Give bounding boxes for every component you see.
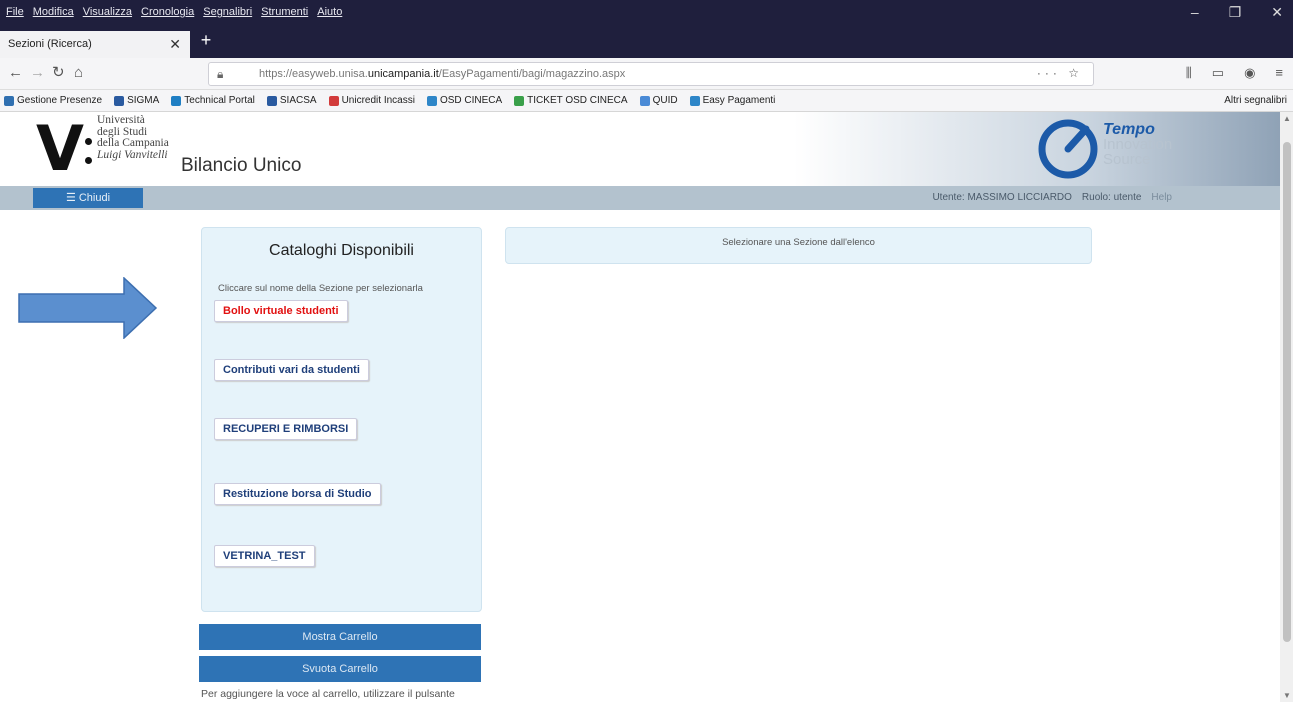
bookmark-item[interactable]: SIACSA xyxy=(266,95,317,106)
bookmark-icon xyxy=(328,95,339,106)
bookmark-item[interactable]: Unicredit Incassi xyxy=(328,95,415,106)
browser-tab[interactable]: Sezioni (Ricerca) ✕ xyxy=(0,31,190,58)
bookmark-icon xyxy=(514,95,525,106)
catalog-item-bollo-virtuale[interactable]: Bollo virtuale studenti xyxy=(214,300,348,322)
menu-edit[interactable]: Modifica xyxy=(33,6,74,18)
logo-dots xyxy=(85,138,93,176)
cart-note: Per aggiungere la voce al carrello, util… xyxy=(201,688,455,700)
bookmark-icon xyxy=(171,95,182,106)
page-actions-icon[interactable]: ··· ☆ xyxy=(1037,66,1083,80)
bookmark-item[interactable]: Gestione Presenze xyxy=(4,95,102,106)
account-icon[interactable]: ◉ xyxy=(1244,65,1255,81)
empty-cart-button[interactable]: Svuota Carrello xyxy=(199,656,481,682)
show-cart-button[interactable]: Mostra Carrello xyxy=(199,624,481,650)
bookmark-icon xyxy=(266,95,277,106)
reload-icon[interactable]: ↻ xyxy=(52,65,65,81)
scroll-down-icon[interactable]: ▼ xyxy=(1283,691,1291,700)
home-icon[interactable]: ⌂ xyxy=(74,65,83,81)
page-header: V Università degli Studi della Campania … xyxy=(0,112,1280,186)
maximize-icon[interactable]: ❐ xyxy=(1229,4,1242,21)
bookmark-item[interactable]: TICKET OSD CINECA xyxy=(514,95,628,106)
catalog-item-recuperi[interactable]: RECUPERI E RIMBORSI xyxy=(214,418,358,440)
menu-file[interactable]: File xyxy=(6,6,24,18)
other-bookmarks[interactable]: Altri segnalibri xyxy=(1224,95,1287,106)
bookmark-icon xyxy=(4,95,14,106)
catalog-item-restituzione[interactable]: Restituzione borsa di Studio xyxy=(214,483,381,505)
user-role: Ruolo: utente xyxy=(1081,192,1142,203)
scrollbar-thumb[interactable] xyxy=(1283,142,1291,642)
bookmark-icon xyxy=(426,95,437,106)
catalog-item-vetrina[interactable]: VETRINA_TEST xyxy=(214,545,315,567)
bookmark-item[interactable]: QUID xyxy=(639,95,678,106)
bookmark-icon xyxy=(114,95,125,106)
menu-history[interactable]: Cronologia xyxy=(141,6,194,18)
user-name: Utente: MASSIMO LICCIARDO xyxy=(932,192,1072,203)
page-scrollbar[interactable]: ▲ ▼ xyxy=(1280,112,1293,702)
window-controls: – ❐ ✕ xyxy=(1191,4,1283,21)
lock-icon: 🔒︎ xyxy=(217,67,224,81)
catalog-panel: Cataloghi Disponibili Cliccare sul nome … xyxy=(201,227,482,612)
new-tab-icon[interactable]: + xyxy=(196,31,216,51)
tab-close-icon[interactable]: ✕ xyxy=(169,36,181,53)
bookmark-item[interactable]: Technical Portal xyxy=(171,95,255,106)
bookmark-icon xyxy=(639,95,650,106)
bookmark-list: Gestione Presenze SIGMA Technical Portal… xyxy=(4,95,775,106)
navigation-bar: ← → ↻ ⌂ 🔒︎ https://easyweb.unisa.unicamp… xyxy=(0,58,1293,90)
vendor-logo-icon xyxy=(1038,119,1098,179)
forward-icon[interactable]: → xyxy=(30,65,45,81)
close-button[interactable]: ☰ Chiudi xyxy=(33,188,143,208)
url-bar[interactable]: 🔒︎ https://easyweb.unisa.unicampania.it/… xyxy=(208,62,1094,86)
hamburger-menu-icon[interactable]: ≡ xyxy=(1275,65,1283,81)
close-window-icon[interactable]: ✕ xyxy=(1271,4,1283,21)
help-link[interactable]: Help xyxy=(1151,192,1172,203)
sidebar-icon[interactable]: ▭ xyxy=(1212,65,1224,81)
tab-bar: Sezioni (Ricerca) ✕ + xyxy=(0,28,1293,58)
browser-menu-bar: File Modifica Visualizza Cronologia Segn… xyxy=(0,0,1293,28)
app-title: Bilancio Unico xyxy=(181,155,302,176)
bookmark-item[interactable]: OSD CINECA xyxy=(426,95,502,106)
catalog-title: Cataloghi Disponibili xyxy=(269,242,414,259)
menu-tools[interactable]: Strumenti xyxy=(261,6,308,18)
page-content: V Università degli Studi della Campania … xyxy=(0,112,1280,702)
toolbar-icons: ⫼ ▭ ◉ ≡ xyxy=(1186,65,1283,81)
menu-list: File Modifica Visualizza Cronologia Segn… xyxy=(6,6,342,18)
catalog-hint: Cliccare sul nome della Sezione per sele… xyxy=(218,283,423,294)
tab-title: Sezioni (Ricerca) xyxy=(8,38,92,50)
university-name: Università degli Studi della Campania Lu… xyxy=(97,114,169,161)
back-icon[interactable]: ← xyxy=(8,65,23,81)
bookmark-item[interactable]: SIGMA xyxy=(114,95,159,106)
url-text: https://easyweb.unisa.unicampania.it/Eas… xyxy=(259,68,626,80)
menu-bookmarks[interactable]: Segnalibri xyxy=(203,6,252,18)
section-message: Selezionare una Sezione dall'elenco xyxy=(505,227,1092,264)
bookmarks-toolbar: Gestione Presenze SIGMA Technical Portal… xyxy=(0,90,1293,112)
library-icon[interactable]: ⫼ xyxy=(1186,65,1192,81)
university-logo: V xyxy=(36,112,84,185)
menu-view[interactable]: Visualizza xyxy=(83,6,132,18)
menu-help[interactable]: Aiuto xyxy=(317,6,342,18)
user-info: Utente: MASSIMO LICCIARDO Ruolo: utente … xyxy=(932,192,1172,203)
minimize-icon[interactable]: – xyxy=(1191,4,1199,21)
vendor-name: Tempo Innovation Source xyxy=(1103,121,1173,168)
right-arrow-icon xyxy=(18,277,158,339)
bookmark-item[interactable]: Easy Pagamenti xyxy=(689,95,775,106)
scroll-up-icon[interactable]: ▲ xyxy=(1283,114,1291,123)
catalog-item-contributi[interactable]: Contributi vari da studenti xyxy=(214,359,369,381)
bookmark-icon xyxy=(689,95,700,106)
app-toolbar: ☰ Chiudi Utente: MASSIMO LICCIARDO Ruolo… xyxy=(0,186,1280,210)
